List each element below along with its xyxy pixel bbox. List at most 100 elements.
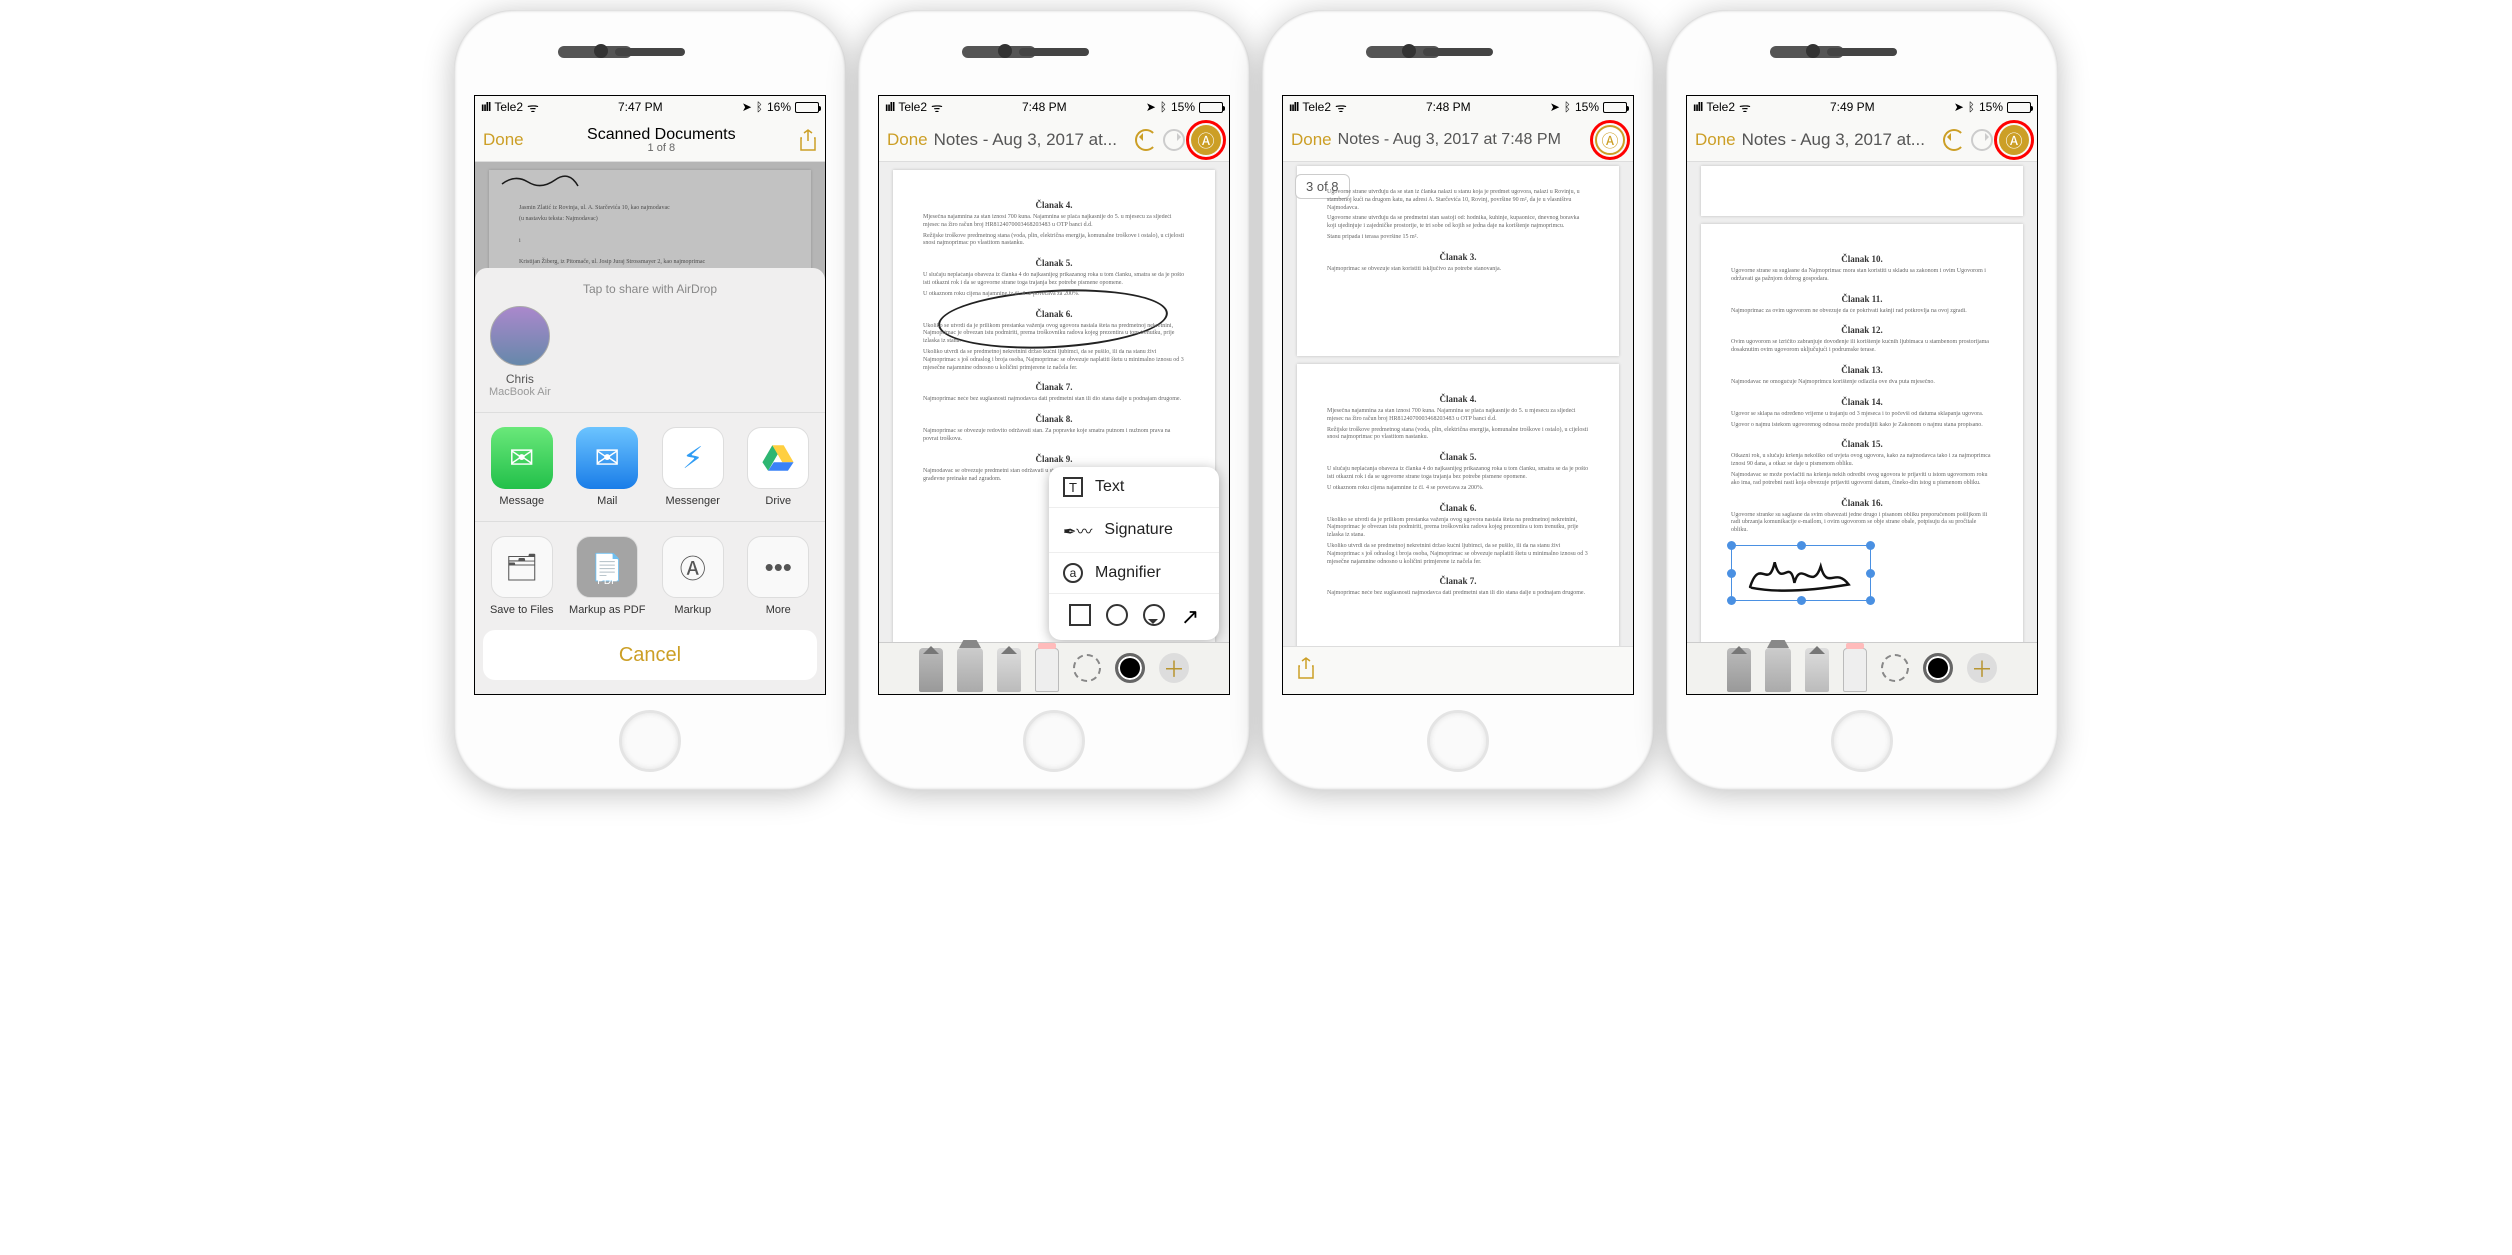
nav-title: Notes - Aug 3, 2017 at 7:48 PM bbox=[1332, 131, 1595, 149]
share-app-message[interactable]: ✉︎ Message bbox=[482, 427, 562, 507]
tool-eraser[interactable] bbox=[1843, 648, 1867, 692]
markup-add-menu: TText ✒︎〰Signature aMagnifier ↗ bbox=[1049, 467, 1219, 640]
nav-bar: Done Notes - Aug 3, 2017 at... Ⓐ bbox=[879, 118, 1229, 162]
status-bar: ııll Tele2 ᯤ 7:47 PM ➤ ᛒ 16% bbox=[475, 96, 825, 118]
menu-item-signature[interactable]: ✒︎〰Signature bbox=[1049, 507, 1219, 552]
markup-toggle-button[interactable]: Ⓐ bbox=[1999, 125, 2029, 155]
doc-heading: Članak 5. bbox=[923, 258, 1185, 268]
shape-square[interactable] bbox=[1069, 604, 1091, 626]
status-bar: ııllTele2ᯤ 7:48 PM ➤ᛒ15% bbox=[1283, 96, 1633, 118]
signal-icon: ııll bbox=[481, 100, 490, 114]
location-icon: ➤ bbox=[742, 100, 752, 114]
tool-color-picker[interactable] bbox=[1923, 653, 1953, 683]
doc-heading: Članak 10. bbox=[1731, 254, 1993, 264]
battery-icon bbox=[795, 102, 819, 113]
contact-name: Chris bbox=[489, 372, 551, 386]
undo-button[interactable] bbox=[1135, 129, 1157, 151]
status-bar: ııllTele2ᯤ 7:48 PM ➤ᛒ15% bbox=[879, 96, 1229, 118]
folder-icon: 🗂︎ bbox=[491, 536, 553, 598]
done-button[interactable]: Done bbox=[1695, 130, 1736, 150]
share-app-mail[interactable]: ✉︎ Mail bbox=[567, 427, 647, 507]
signature-selection-box[interactable] bbox=[1731, 545, 1871, 601]
messages-icon: ✉︎ bbox=[491, 427, 553, 489]
action-markup-as-pdf[interactable]: PDF📄 Markup as PDF bbox=[567, 536, 647, 616]
action-save-to-files[interactable]: 🗂︎ Save to Files bbox=[482, 536, 562, 616]
menu-item-magnifier[interactable]: aMagnifier bbox=[1049, 552, 1219, 593]
iphone-frame-1: ııll Tele2 ᯤ 7:47 PM ➤ ᛒ 16% Done Scanne… bbox=[454, 10, 846, 790]
home-button[interactable] bbox=[1023, 710, 1085, 772]
menu-item-text[interactable]: TText bbox=[1049, 467, 1219, 507]
avatar bbox=[490, 306, 550, 366]
action-more[interactable]: ••• More bbox=[738, 536, 818, 616]
tool-lasso[interactable] bbox=[1073, 654, 1101, 682]
shape-arrow[interactable]: ↗ bbox=[1181, 604, 1199, 630]
airdrop-title: Tap to share with AirDrop bbox=[475, 278, 825, 306]
markup-icon: Ⓐ bbox=[662, 536, 724, 598]
iphone-frame-4: ııllTele2ᯤ 7:49 PM ➤ᛒ15% Done Notes - Au… bbox=[1666, 10, 2058, 790]
shape-speech-bubble[interactable] bbox=[1143, 604, 1165, 626]
doc-heading: Članak 7. bbox=[1327, 576, 1589, 586]
share-button[interactable] bbox=[799, 129, 817, 151]
share-app-messenger[interactable]: ⚡︎ Messenger bbox=[653, 427, 733, 507]
pdf-icon: PDF📄 bbox=[576, 536, 638, 598]
done-button[interactable]: Done bbox=[887, 130, 928, 150]
bluetooth-icon: ᛒ bbox=[756, 100, 763, 114]
doc-heading: Članak 4. bbox=[1327, 394, 1589, 404]
battery-pct-label: 16% bbox=[767, 100, 791, 114]
iphone-frame-3: ııllTele2ᯤ 7:48 PM ➤ᛒ15% Done Notes - Au… bbox=[1262, 10, 1654, 790]
tool-add-button[interactable]: ＋ bbox=[1159, 653, 1189, 683]
share-app-drive[interactable]: Drive bbox=[738, 427, 818, 507]
nav-bar: Done Notes - Aug 3, 2017 at 7:48 PM Ⓐ bbox=[1283, 118, 1633, 162]
home-button[interactable] bbox=[1427, 710, 1489, 772]
tool-lasso[interactable] bbox=[1881, 654, 1909, 682]
tool-marker[interactable] bbox=[957, 648, 983, 692]
doc-heading: Članak 7. bbox=[923, 382, 1185, 392]
doc-heading: Članak 12. bbox=[1731, 325, 1993, 335]
nav-bar: Done Notes - Aug 3, 2017 at... Ⓐ bbox=[1687, 118, 2037, 162]
tool-pen[interactable] bbox=[1727, 648, 1751, 692]
cancel-button[interactable]: Cancel bbox=[483, 630, 817, 680]
redo-button[interactable] bbox=[1163, 129, 1185, 151]
shape-circle[interactable] bbox=[1106, 604, 1128, 626]
doc-heading: Članak 11. bbox=[1731, 294, 1993, 304]
markup-toolbar: ＋ bbox=[879, 642, 1229, 694]
page-counter: 1 of 8 bbox=[530, 142, 793, 154]
tool-pencil[interactable] bbox=[1805, 648, 1829, 692]
messenger-icon: ⚡︎ bbox=[662, 427, 724, 489]
doc-heading: Članak 4. bbox=[923, 200, 1185, 210]
clock-label: 7:48 PM bbox=[1426, 100, 1471, 114]
home-button[interactable] bbox=[619, 710, 681, 772]
nav-title: Notes - Aug 3, 2017 at... bbox=[928, 130, 1135, 150]
airdrop-contact[interactable]: Chris MacBook Air bbox=[489, 306, 551, 398]
contact-device: MacBook Air bbox=[489, 386, 551, 398]
share-button[interactable] bbox=[1297, 657, 1315, 684]
home-button[interactable] bbox=[1831, 710, 1893, 772]
mail-icon: ✉︎ bbox=[576, 427, 638, 489]
tool-pencil[interactable] bbox=[997, 648, 1021, 692]
doc-heading: Članak 3. bbox=[1327, 252, 1589, 262]
undo-button[interactable] bbox=[1943, 129, 1965, 151]
tool-marker[interactable] bbox=[1765, 648, 1791, 692]
action-markup[interactable]: Ⓐ Markup bbox=[653, 536, 733, 616]
tool-add-button[interactable]: ＋ bbox=[1967, 653, 1997, 683]
more-icon: ••• bbox=[747, 536, 809, 598]
signature-icon: ✒︎〰 bbox=[1063, 518, 1092, 542]
done-button[interactable]: Done bbox=[1291, 130, 1332, 150]
doc-heading: Članak 13. bbox=[1731, 365, 1993, 375]
tool-eraser[interactable] bbox=[1035, 648, 1059, 692]
share-icon bbox=[799, 129, 817, 151]
done-button[interactable]: Done bbox=[483, 130, 524, 150]
doc-heading: Članak 5. bbox=[1327, 452, 1589, 462]
nav-title: Scanned Documents 1 of 8 bbox=[524, 126, 799, 154]
markup-toggle-button[interactable]: Ⓐ bbox=[1595, 125, 1625, 155]
doc-heading: Članak 16. bbox=[1731, 498, 1993, 508]
redo-button[interactable] bbox=[1971, 129, 1993, 151]
text-icon: T bbox=[1063, 477, 1083, 497]
share-sheet: Tap to share with AirDrop Chris MacBook … bbox=[475, 268, 825, 694]
tool-pen[interactable] bbox=[919, 648, 943, 692]
nav-title: Notes - Aug 3, 2017 at... bbox=[1736, 130, 1943, 150]
markup-toggle-button[interactable]: Ⓐ bbox=[1191, 125, 1221, 155]
doc-heading: Članak 14. bbox=[1731, 397, 1993, 407]
status-bar: ııllTele2ᯤ 7:49 PM ➤ᛒ15% bbox=[1687, 96, 2037, 118]
tool-color-picker[interactable] bbox=[1115, 653, 1145, 683]
